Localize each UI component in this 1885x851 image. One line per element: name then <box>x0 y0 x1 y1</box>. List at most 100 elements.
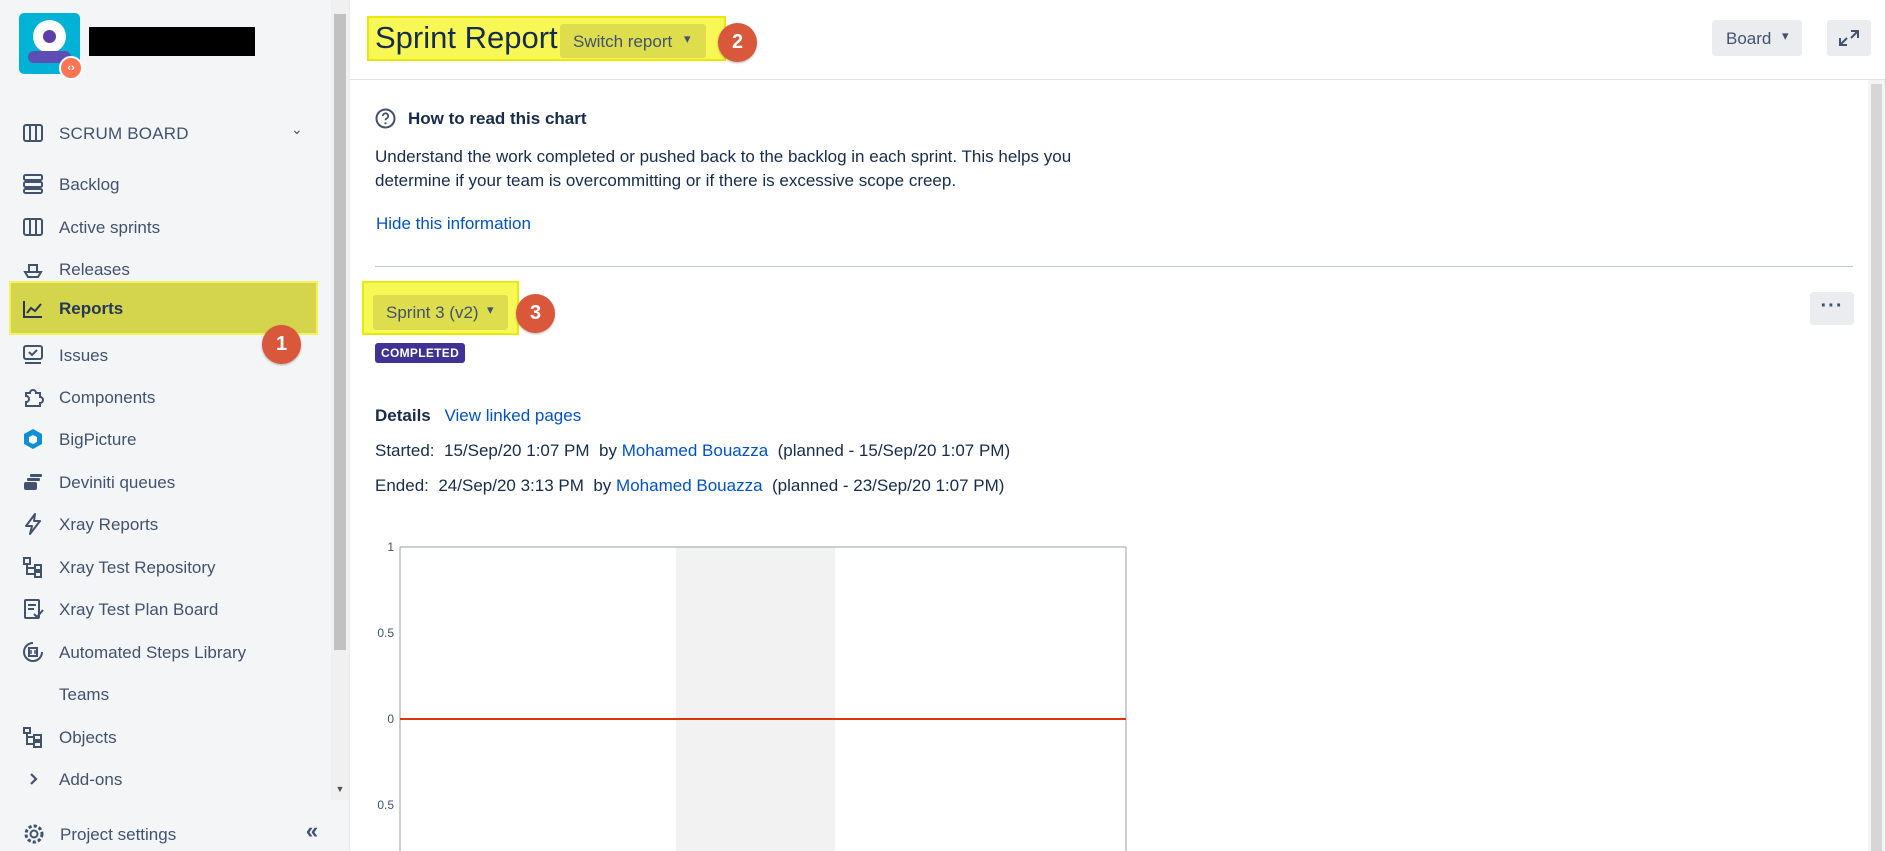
scroll-down-arrow-icon[interactable]: ▼ <box>334 783 346 795</box>
sidebar-item-xray-reports[interactable]: Xray Reports <box>11 503 316 545</box>
ended-by-user-link[interactable]: Mohamed Bouazza <box>616 476 762 495</box>
sidebar-item-label: Deviniti queues <box>59 473 176 492</box>
repository-icon <box>23 557 42 578</box>
chart-y-tick-label: 0 <box>387 712 394 726</box>
ellipsis-icon: ··· <box>1820 295 1844 317</box>
issues-icon <box>23 345 43 364</box>
started-date: 15/Sep/20 1:07 PM <box>444 441 590 460</box>
sprint-burndown-chart: 1 0.5 0 0.5 <box>360 530 1140 851</box>
sidebar-item-label: Objects <box>59 728 117 747</box>
board-button-label: Board <box>1726 29 1772 48</box>
sidebar-item-reports[interactable]: Reports <box>9 281 318 335</box>
puzzle-icon <box>25 389 44 407</box>
chart-y-ticks: 1 0.5 0 0.5 <box>377 540 394 812</box>
started-planned: (planned - 15/Sep/20 1:07 PM) <box>777 441 1011 460</box>
sidebar-item-label: Active sprints <box>59 218 161 237</box>
chart-y-tick-label: 0.5 <box>377 626 394 640</box>
chevron-down-icon: ▾ <box>1782 28 1789 43</box>
gear-icon <box>24 824 44 844</box>
sidebar-item-automated-steps-library[interactable]: Automated Steps Library <box>11 631 316 673</box>
sidebar-item-add-ons[interactable]: Add-ons <box>11 758 316 800</box>
hide-information-link[interactable]: Hide this information <box>376 214 531 234</box>
ended-by-label: by <box>593 476 612 495</box>
sidebar-item-label: Add-ons <box>59 770 123 789</box>
chart-y-tick-label: 1 <box>387 540 394 554</box>
board-switcher[interactable]: SCRUM BOARD ⌄ <box>0 116 331 150</box>
chevron-down-icon: ▾ <box>684 31 691 46</box>
board-switcher-label: SCRUM BOARD <box>59 124 189 143</box>
sidebar-divider <box>349 0 350 851</box>
bigpicture-icon <box>24 429 42 449</box>
board-columns-icon <box>23 218 43 236</box>
sidebar-item-label: Issues <box>59 346 109 365</box>
started-by-label: by <box>599 441 617 460</box>
switch-report-label: Switch report <box>573 32 673 51</box>
chevron-down-icon: ⌄ <box>291 121 303 137</box>
chart-y-tick-label: 0.5 <box>377 798 394 812</box>
board-dropdown-button[interactable]: Board ▾ <box>1712 20 1802 56</box>
chart-line-icon <box>23 301 42 318</box>
steps-library-icon <box>23 642 43 662</box>
sidebar-item-teams[interactable]: Teams <box>11 673 316 715</box>
code-badge-icon: ‹› <box>59 56 83 80</box>
collapse-sidebar-icon[interactable]: « <box>300 820 324 844</box>
sidebar-item-label: Components <box>59 388 156 407</box>
sidebar-item-label: BigPicture <box>59 430 137 449</box>
more-actions-button[interactable]: ··· <box>1810 292 1854 325</box>
sprint-select-label: Sprint 3 (v2) <box>386 303 479 322</box>
sidebar-item-label: Xray Reports <box>59 515 159 534</box>
started-by-user-link[interactable]: Mohamed Bouazza <box>622 441 768 460</box>
sidebar-item-label: Teams <box>59 685 110 704</box>
board-icon <box>23 124 43 142</box>
ended-date: 24/Sep/20 3:13 PM <box>438 476 584 495</box>
project-settings-label: Project settings <box>60 825 177 844</box>
details-label: Details <box>375 406 431 425</box>
sidebar-item-active-sprints[interactable]: Active sprints <box>11 206 316 248</box>
main-scrollbar-thumb[interactable] <box>1871 84 1882 851</box>
help-text: Understand the work completed or pushed … <box>375 147 1072 190</box>
question-icon <box>375 108 396 129</box>
started-row: Started: 15/Sep/20 1:07 PM by Mohamed Bo… <box>375 441 1010 461</box>
switch-report-button[interactable]: Switch report ▾ <box>560 24 706 58</box>
sidebar-item-deviniti-queues[interactable]: Deviniti queues <box>11 461 316 503</box>
view-linked-pages-link[interactable]: View linked pages <box>444 406 581 425</box>
annotation-badge-1: 1 <box>262 325 301 364</box>
started-label: Started: <box>375 441 435 460</box>
sidebar-item-objects[interactable]: Objects <box>11 716 316 758</box>
details-row: Details View linked pages <box>375 406 581 426</box>
page-title: Sprint Report <box>375 20 558 55</box>
sidebar-bottom <box>331 800 349 851</box>
chevron-down-icon: ▾ <box>487 302 494 317</box>
test-plan-icon <box>24 599 44 619</box>
sidebar-item-label: Reports <box>59 299 124 318</box>
chart-canvas: 1 0.5 0 0.5 <box>377 540 1127 851</box>
avatar-eye <box>43 30 56 43</box>
project-name-redacted <box>89 27 255 56</box>
sidebar-item-xray-test-repository[interactable]: Xray Test Repository <box>11 546 316 588</box>
expand-icon <box>1839 30 1859 46</box>
sidebar-item-bigpicture[interactable]: BigPicture <box>11 418 316 460</box>
ended-label: Ended: <box>375 476 429 495</box>
sidebar-item-components[interactable]: Components <box>11 376 316 418</box>
sidebar-item-label: Automated Steps Library <box>59 643 247 662</box>
sidebar-scrollbar-thumb[interactable] <box>334 14 346 650</box>
sidebar-item-label: Releases <box>59 260 130 279</box>
sidebar-item-project-settings[interactable]: Project settings <box>11 815 316 851</box>
avatar-face <box>33 20 66 53</box>
ended-row: Ended: 24/Sep/20 3:13 PM by Mohamed Boua… <box>375 476 1004 496</box>
section-divider <box>375 266 1853 267</box>
sidebar-item-label: Xray Test Plan Board <box>59 600 219 619</box>
help-heading: How to read this chart <box>408 109 587 128</box>
chart-shaded-band <box>676 547 835 851</box>
lightning-icon <box>25 513 41 535</box>
sprint-select-dropdown[interactable]: Sprint 3 (v2) ▾ <box>373 295 508 330</box>
ended-planned: (planned - 23/Sep/20 1:07 PM) <box>771 476 1005 495</box>
fullscreen-button[interactable] <box>1827 20 1871 56</box>
sidebar-item-backlog[interactable]: Backlog <box>11 163 316 205</box>
objects-icon <box>23 727 42 748</box>
queues-icon <box>24 474 42 490</box>
backlog-icon <box>23 174 43 194</box>
annotation-badge-3: 3 <box>516 294 555 333</box>
sidebar-item-label: Backlog <box>59 175 120 194</box>
sidebar-item-xray-test-plan-board[interactable]: Xray Test Plan Board <box>11 588 316 630</box>
